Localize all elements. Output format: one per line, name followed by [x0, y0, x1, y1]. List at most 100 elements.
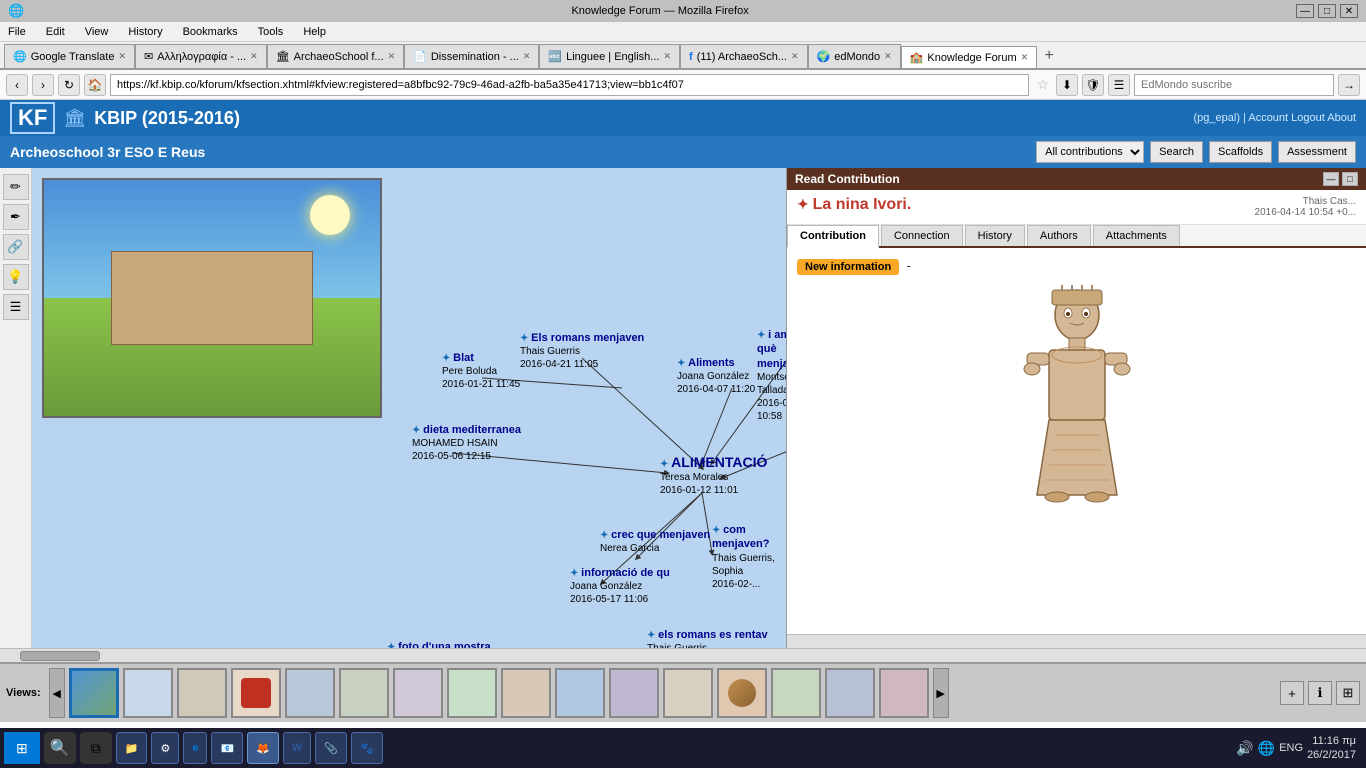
search-go-button[interactable]: →: [1338, 74, 1360, 96]
menu-file[interactable]: File: [4, 24, 30, 40]
tab-google-translate[interactable]: 🌐 Google Translate ✕: [4, 44, 135, 68]
tab-attachments[interactable]: Attachments: [1093, 225, 1180, 246]
tab-close-icon[interactable]: ✕: [663, 51, 671, 62]
panel-minimize-button[interactable]: —: [1323, 172, 1339, 186]
panel-expand-button[interactable]: □: [1342, 172, 1358, 186]
list-tool-button[interactable]: ☰: [3, 294, 29, 320]
taskbar-firefox[interactable]: 🦊: [247, 732, 279, 764]
add-view-button[interactable]: +: [1280, 681, 1304, 705]
address-input[interactable]: [110, 74, 1029, 96]
taskbar-app2[interactable]: 🐾: [351, 732, 383, 764]
view-thumb-12[interactable]: [663, 668, 713, 718]
view-thumb-15[interactable]: [825, 668, 875, 718]
pen-tool-button[interactable]: ✒: [3, 204, 29, 230]
view-thumb-6[interactable]: [339, 668, 389, 718]
view-thumb-1[interactable]: [69, 668, 119, 718]
map-horizontal-scrollbar[interactable]: [0, 648, 1366, 662]
tab-dissemination[interactable]: 📄 Dissemination - ... ✕: [404, 44, 539, 68]
close-button[interactable]: ✕: [1340, 4, 1358, 18]
menu-help[interactable]: Help: [299, 24, 330, 40]
tab-knowledge-forum[interactable]: 🏫 Knowledge Forum ✕: [901, 46, 1038, 70]
tab-allilogrefia[interactable]: ✉ Αλληλογραφία - ... ✕: [135, 44, 267, 68]
menu-history[interactable]: History: [124, 24, 166, 40]
node-com-menjaven[interactable]: com menjaven? Thais Guerris, Sophia 2016…: [712, 523, 786, 591]
panel-scrollbar[interactable]: [787, 634, 1366, 648]
taskbar-outlook[interactable]: 📧: [211, 732, 243, 764]
grid-view-button[interactable]: ⊞: [1336, 681, 1360, 705]
node-blat[interactable]: Blat Pere Boluda 2016-01-21 11:45: [442, 351, 520, 391]
tab-close-icon[interactable]: ✕: [791, 51, 799, 62]
taskbar-settings[interactable]: ⚙: [151, 732, 179, 764]
volume-icon[interactable]: 🔊: [1236, 740, 1253, 757]
view-thumb-2[interactable]: [123, 668, 173, 718]
forward-button[interactable]: ›: [32, 74, 54, 96]
node-els-romans-menjaven[interactable]: Els romans menjaven Thais Guerris 2016-0…: [520, 331, 644, 371]
network-icon[interactable]: 🌐: [1258, 740, 1275, 757]
back-button[interactable]: ‹: [6, 74, 28, 96]
system-clock[interactable]: 11:16 πμ 26/2/2017: [1307, 734, 1356, 763]
taskbar-app1[interactable]: 📎: [315, 732, 347, 764]
scrollbar-thumb[interactable]: [20, 651, 100, 661]
menu-button[interactable]: ☰: [1108, 74, 1130, 96]
taskbar-word[interactable]: W: [283, 732, 311, 764]
view-thumb-16[interactable]: [879, 668, 929, 718]
view-thumb-8[interactable]: [447, 668, 497, 718]
tab-history[interactable]: History: [965, 225, 1025, 246]
shield-button[interactable]: 🛡: [1082, 74, 1104, 96]
link-tool-button[interactable]: 🔗: [3, 234, 29, 260]
tab-connection[interactable]: Connection: [881, 225, 963, 246]
search-input[interactable]: [1134, 74, 1334, 96]
view-thumb-3[interactable]: [177, 668, 227, 718]
edit-tool-button[interactable]: ✏: [3, 174, 29, 200]
node-aliments[interactable]: Aliments Joana González 2016-04-07 11:20: [677, 356, 755, 396]
bookmark-star-icon[interactable]: ☆: [1033, 76, 1052, 93]
tab-archaeoschool[interactable]: 🏛 ArchaeoSchool f... ✕: [267, 44, 404, 68]
search-taskbar-icon[interactable]: 🔍: [44, 732, 76, 764]
node-alimentacio-center[interactable]: ALIMENTACIÓ Teresa Morales 2016-01-12 11…: [660, 453, 767, 497]
menu-tools[interactable]: Tools: [254, 24, 288, 40]
search-button[interactable]: Search: [1150, 141, 1203, 163]
task-view-icon[interactable]: ⧉: [80, 732, 112, 764]
taskbar-edge[interactable]: e: [183, 732, 207, 764]
tab-linguee[interactable]: 🔤 Linguee | English... ✕: [539, 44, 680, 68]
knowledge-map[interactable]: Els romans menjaven Thais Guerris 2016-0…: [32, 168, 786, 648]
view-thumb-4[interactable]: [231, 668, 281, 718]
tab-close-icon[interactable]: ✕: [388, 51, 396, 62]
new-tab-button[interactable]: +: [1037, 44, 1061, 68]
node-dieta-mediterranea[interactable]: dieta mediterranea MOHAMED HSAIN 2016-05…: [412, 423, 521, 463]
download-button[interactable]: ⬇: [1056, 74, 1078, 96]
tab-contribution[interactable]: Contribution: [787, 225, 879, 248]
view-thumb-5[interactable]: [285, 668, 335, 718]
views-scroll-right[interactable]: ▶: [933, 668, 949, 718]
tab-edmondo[interactable]: 🌍 edMondo ✕: [808, 44, 901, 68]
tab-close-icon[interactable]: ✕: [250, 51, 258, 62]
view-thumb-9[interactable]: [501, 668, 551, 718]
tab-authors[interactable]: Authors: [1027, 225, 1091, 246]
view-thumb-13[interactable]: [717, 668, 767, 718]
minimize-button[interactable]: —: [1296, 4, 1314, 18]
menu-bookmarks[interactable]: Bookmarks: [179, 24, 242, 40]
node-i-amb-que-menjaven[interactable]: i amb què menjaven? Montse Tallada 2016-…: [757, 328, 786, 423]
node-els-romans-es-rentav[interactable]: els romans es rentav Thais Guerris 2016-…: [647, 628, 768, 648]
views-scroll-left[interactable]: ◀: [49, 668, 65, 718]
node-foto-duna-mostra[interactable]: foto d'una mostra Teresa Morales 2016-04…: [387, 640, 491, 648]
view-thumb-11[interactable]: [609, 668, 659, 718]
tab-archaeosch-fb[interactable]: f (11) ArchaeoSch... ✕: [680, 44, 808, 68]
node-informacio[interactable]: informació de qu Joana González 2016-05-…: [570, 566, 670, 606]
view-thumb-10[interactable]: [555, 668, 605, 718]
contributions-filter[interactable]: All contributions: [1036, 141, 1144, 163]
reload-button[interactable]: ↻: [58, 74, 80, 96]
tab-close-icon[interactable]: ✕: [1021, 52, 1029, 63]
menu-edit[interactable]: Edit: [42, 24, 69, 40]
menu-view[interactable]: View: [81, 24, 113, 40]
tab-close-icon[interactable]: ✕: [523, 51, 531, 62]
view-thumb-14[interactable]: [771, 668, 821, 718]
home-button[interactable]: 🏠: [84, 74, 106, 96]
view-thumb-7[interactable]: [393, 668, 443, 718]
idea-tool-button[interactable]: 💡: [3, 264, 29, 290]
maximize-button[interactable]: □: [1318, 4, 1336, 18]
taskbar-file-explorer[interactable]: 📁: [116, 732, 148, 764]
info-button[interactable]: ℹ: [1308, 681, 1332, 705]
node-crec-que-menjaven[interactable]: crec que menjaven Nerea Garcia: [600, 528, 710, 555]
tab-close-icon[interactable]: ✕: [118, 51, 126, 62]
